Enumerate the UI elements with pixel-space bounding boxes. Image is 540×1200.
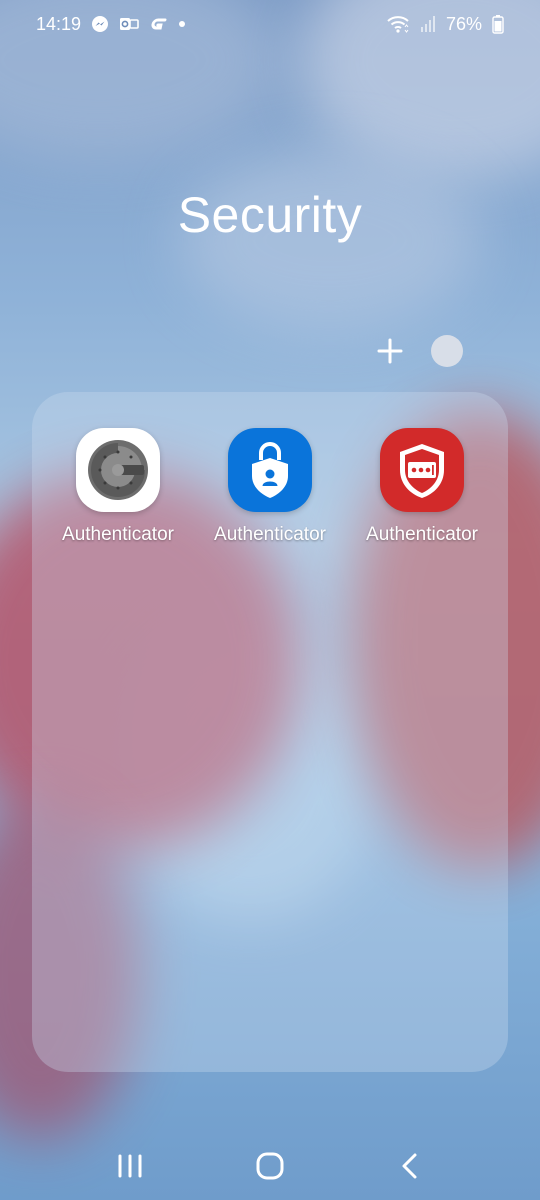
signal-icon <box>420 15 436 33</box>
home-button[interactable] <box>240 1141 300 1191</box>
wifi-icon <box>386 14 410 34</box>
lastpass-authenticator-icon <box>380 428 464 512</box>
outlook-icon <box>119 15 139 33</box>
folder-panel: Authenticator Authenticator Authenticato… <box>32 392 508 1072</box>
app-label: Authenticator <box>214 524 326 545</box>
folder-color-button[interactable] <box>431 335 463 367</box>
back-button[interactable] <box>380 1141 440 1191</box>
navigation-bar <box>0 1132 540 1200</box>
folder-title[interactable]: Security <box>0 186 540 244</box>
app-label: Authenticator <box>366 524 478 545</box>
back-icon <box>402 1153 417 1179</box>
messenger-icon <box>91 15 109 33</box>
app-google-authenticator[interactable]: Authenticator <box>44 428 192 546</box>
recents-button[interactable] <box>100 1141 160 1191</box>
more-dot-icon <box>177 15 187 33</box>
battery-percentage: 76% <box>445 13 482 34</box>
app-lastpass-authenticator[interactable]: Authenticator <box>348 428 496 546</box>
plus-icon <box>377 338 403 364</box>
google-authenticator-icon <box>76 428 160 512</box>
battery-icon <box>492 14 504 34</box>
app-microsoft-authenticator[interactable]: Authenticator <box>196 428 344 546</box>
status-time: 14:19 <box>36 13 82 34</box>
home-icon <box>256 1152 284 1180</box>
recents-icon <box>118 1154 142 1178</box>
folder-controls <box>375 335 463 367</box>
add-apps-button[interactable] <box>375 336 405 366</box>
g-app-icon <box>149 15 167 33</box>
microsoft-authenticator-icon <box>228 428 312 512</box>
app-label: Authenticator <box>62 524 174 545</box>
status-bar: 14:19 76% <box>0 0 540 48</box>
